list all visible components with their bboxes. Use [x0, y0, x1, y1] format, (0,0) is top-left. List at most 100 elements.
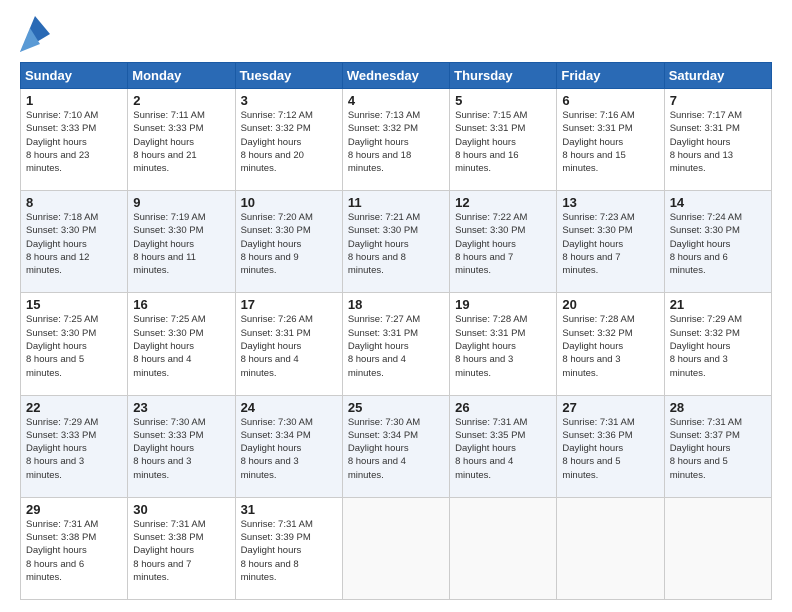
day-info: Sunrise: 7:28 AMSunset: 3:31 PMDaylight … [455, 313, 551, 379]
day-info: Sunrise: 7:30 AMSunset: 3:34 PMDaylight … [348, 416, 444, 482]
day-info: Sunrise: 7:31 AMSunset: 3:37 PMDaylight … [670, 416, 766, 482]
page: SundayMondayTuesdayWednesdayThursdayFrid… [0, 0, 792, 612]
day-info: Sunrise: 7:26 AMSunset: 3:31 PMDaylight … [241, 313, 337, 379]
calendar-week-row: 22Sunrise: 7:29 AMSunset: 3:33 PMDayligh… [21, 395, 772, 497]
calendar-week-row: 8Sunrise: 7:18 AMSunset: 3:30 PMDaylight… [21, 191, 772, 293]
day-number: 25 [348, 400, 444, 415]
calendar-cell: 4Sunrise: 7:13 AMSunset: 3:32 PMDaylight… [342, 89, 449, 191]
day-info: Sunrise: 7:20 AMSunset: 3:30 PMDaylight … [241, 211, 337, 277]
day-number: 2 [133, 93, 229, 108]
calendar-cell: 26Sunrise: 7:31 AMSunset: 3:35 PMDayligh… [450, 395, 557, 497]
calendar-table: SundayMondayTuesdayWednesdayThursdayFrid… [20, 62, 772, 600]
day-number: 23 [133, 400, 229, 415]
calendar-cell: 20Sunrise: 7:28 AMSunset: 3:32 PMDayligh… [557, 293, 664, 395]
day-number: 8 [26, 195, 122, 210]
calendar-header-monday: Monday [128, 63, 235, 89]
day-info: Sunrise: 7:29 AMSunset: 3:33 PMDaylight … [26, 416, 122, 482]
day-info: Sunrise: 7:10 AMSunset: 3:33 PMDaylight … [26, 109, 122, 175]
day-number: 17 [241, 297, 337, 312]
day-number: 24 [241, 400, 337, 415]
day-number: 15 [26, 297, 122, 312]
calendar-cell: 7Sunrise: 7:17 AMSunset: 3:31 PMDaylight… [664, 89, 771, 191]
day-info: Sunrise: 7:16 AMSunset: 3:31 PMDaylight … [562, 109, 658, 175]
calendar-cell: 6Sunrise: 7:16 AMSunset: 3:31 PMDaylight… [557, 89, 664, 191]
calendar-cell: 27Sunrise: 7:31 AMSunset: 3:36 PMDayligh… [557, 395, 664, 497]
day-number: 30 [133, 502, 229, 517]
day-info: Sunrise: 7:28 AMSunset: 3:32 PMDaylight … [562, 313, 658, 379]
day-number: 10 [241, 195, 337, 210]
day-number: 22 [26, 400, 122, 415]
day-number: 12 [455, 195, 551, 210]
calendar-header-saturday: Saturday [664, 63, 771, 89]
day-number: 9 [133, 195, 229, 210]
calendar-cell: 3Sunrise: 7:12 AMSunset: 3:32 PMDaylight… [235, 89, 342, 191]
day-number: 18 [348, 297, 444, 312]
day-info: Sunrise: 7:21 AMSunset: 3:30 PMDaylight … [348, 211, 444, 277]
day-number: 14 [670, 195, 766, 210]
calendar-header-sunday: Sunday [21, 63, 128, 89]
calendar-cell [450, 497, 557, 599]
day-info: Sunrise: 7:24 AMSunset: 3:30 PMDaylight … [670, 211, 766, 277]
calendar-cell: 25Sunrise: 7:30 AMSunset: 3:34 PMDayligh… [342, 395, 449, 497]
logo-icon [20, 16, 50, 52]
day-number: 13 [562, 195, 658, 210]
day-info: Sunrise: 7:12 AMSunset: 3:32 PMDaylight … [241, 109, 337, 175]
day-info: Sunrise: 7:31 AMSunset: 3:35 PMDaylight … [455, 416, 551, 482]
day-info: Sunrise: 7:17 AMSunset: 3:31 PMDaylight … [670, 109, 766, 175]
day-info: Sunrise: 7:29 AMSunset: 3:32 PMDaylight … [670, 313, 766, 379]
day-info: Sunrise: 7:31 AMSunset: 3:39 PMDaylight … [241, 518, 337, 584]
calendar-cell: 31Sunrise: 7:31 AMSunset: 3:39 PMDayligh… [235, 497, 342, 599]
calendar-cell: 5Sunrise: 7:15 AMSunset: 3:31 PMDaylight… [450, 89, 557, 191]
day-info: Sunrise: 7:30 AMSunset: 3:34 PMDaylight … [241, 416, 337, 482]
day-info: Sunrise: 7:22 AMSunset: 3:30 PMDaylight … [455, 211, 551, 277]
day-number: 3 [241, 93, 337, 108]
day-number: 6 [562, 93, 658, 108]
day-number: 19 [455, 297, 551, 312]
calendar-cell: 15Sunrise: 7:25 AMSunset: 3:30 PMDayligh… [21, 293, 128, 395]
calendar-cell [557, 497, 664, 599]
day-info: Sunrise: 7:18 AMSunset: 3:30 PMDaylight … [26, 211, 122, 277]
calendar-cell: 8Sunrise: 7:18 AMSunset: 3:30 PMDaylight… [21, 191, 128, 293]
day-number: 1 [26, 93, 122, 108]
calendar-header-friday: Friday [557, 63, 664, 89]
day-number: 31 [241, 502, 337, 517]
calendar-header-row: SundayMondayTuesdayWednesdayThursdayFrid… [21, 63, 772, 89]
calendar-header-wednesday: Wednesday [342, 63, 449, 89]
day-number: 21 [670, 297, 766, 312]
day-info: Sunrise: 7:25 AMSunset: 3:30 PMDaylight … [26, 313, 122, 379]
calendar-cell: 29Sunrise: 7:31 AMSunset: 3:38 PMDayligh… [21, 497, 128, 599]
day-info: Sunrise: 7:31 AMSunset: 3:38 PMDaylight … [133, 518, 229, 584]
calendar-cell: 22Sunrise: 7:29 AMSunset: 3:33 PMDayligh… [21, 395, 128, 497]
day-info: Sunrise: 7:19 AMSunset: 3:30 PMDaylight … [133, 211, 229, 277]
calendar-cell: 30Sunrise: 7:31 AMSunset: 3:38 PMDayligh… [128, 497, 235, 599]
calendar-cell: 11Sunrise: 7:21 AMSunset: 3:30 PMDayligh… [342, 191, 449, 293]
day-number: 20 [562, 297, 658, 312]
day-number: 16 [133, 297, 229, 312]
day-number: 29 [26, 502, 122, 517]
day-info: Sunrise: 7:15 AMSunset: 3:31 PMDaylight … [455, 109, 551, 175]
day-info: Sunrise: 7:11 AMSunset: 3:33 PMDaylight … [133, 109, 229, 175]
calendar-cell: 1Sunrise: 7:10 AMSunset: 3:33 PMDaylight… [21, 89, 128, 191]
header [20, 16, 772, 52]
day-number: 27 [562, 400, 658, 415]
calendar-cell: 17Sunrise: 7:26 AMSunset: 3:31 PMDayligh… [235, 293, 342, 395]
calendar-week-row: 1Sunrise: 7:10 AMSunset: 3:33 PMDaylight… [21, 89, 772, 191]
calendar-cell: 13Sunrise: 7:23 AMSunset: 3:30 PMDayligh… [557, 191, 664, 293]
calendar-cell: 12Sunrise: 7:22 AMSunset: 3:30 PMDayligh… [450, 191, 557, 293]
day-info: Sunrise: 7:27 AMSunset: 3:31 PMDaylight … [348, 313, 444, 379]
day-info: Sunrise: 7:31 AMSunset: 3:38 PMDaylight … [26, 518, 122, 584]
day-number: 5 [455, 93, 551, 108]
day-info: Sunrise: 7:31 AMSunset: 3:36 PMDaylight … [562, 416, 658, 482]
calendar-week-row: 29Sunrise: 7:31 AMSunset: 3:38 PMDayligh… [21, 497, 772, 599]
logo [20, 16, 52, 52]
calendar-cell: 9Sunrise: 7:19 AMSunset: 3:30 PMDaylight… [128, 191, 235, 293]
day-number: 11 [348, 195, 444, 210]
calendar-cell: 21Sunrise: 7:29 AMSunset: 3:32 PMDayligh… [664, 293, 771, 395]
day-info: Sunrise: 7:30 AMSunset: 3:33 PMDaylight … [133, 416, 229, 482]
calendar-cell: 2Sunrise: 7:11 AMSunset: 3:33 PMDaylight… [128, 89, 235, 191]
day-info: Sunrise: 7:13 AMSunset: 3:32 PMDaylight … [348, 109, 444, 175]
calendar-cell: 28Sunrise: 7:31 AMSunset: 3:37 PMDayligh… [664, 395, 771, 497]
day-number: 4 [348, 93, 444, 108]
calendar-cell: 18Sunrise: 7:27 AMSunset: 3:31 PMDayligh… [342, 293, 449, 395]
day-info: Sunrise: 7:23 AMSunset: 3:30 PMDaylight … [562, 211, 658, 277]
